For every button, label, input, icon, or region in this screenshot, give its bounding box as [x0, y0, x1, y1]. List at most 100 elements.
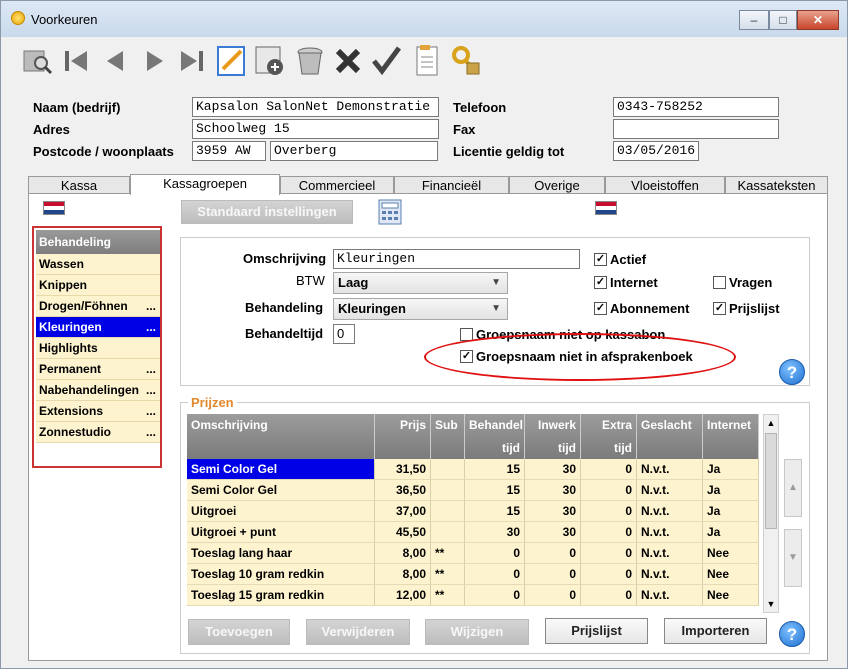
btw-select[interactable]: Laag ▼ — [333, 272, 508, 294]
table-scrollbar[interactable]: ▲ ▼ — [763, 414, 779, 613]
last-icon[interactable] — [175, 43, 209, 79]
verwijderen-button[interactable]: Verwijderen — [306, 619, 410, 645]
table-cell[interactable]: 0 — [581, 459, 637, 480]
table-cell[interactable]: 30 — [525, 522, 581, 543]
table-cell[interactable]: 30 — [525, 480, 581, 501]
abonnement-checkbox[interactable]: ✓ — [594, 302, 607, 315]
tab-overige[interactable]: Overige — [509, 176, 605, 194]
table-cell[interactable]: Toeslag 15 gram redkin — [187, 585, 375, 606]
table-cell[interactable]: 0 — [465, 585, 525, 606]
column-header[interactable]: Extra tijd — [581, 414, 637, 459]
list-item[interactable]: Wassen — [36, 254, 160, 275]
table-cell[interactable]: 0 — [525, 543, 581, 564]
table-cell[interactable]: 15 — [465, 480, 525, 501]
licentie-field[interactable]: 03/05/2016 — [613, 141, 699, 161]
list-item[interactable]: Highlights — [36, 338, 160, 359]
prijslijst-button[interactable]: Prijslijst — [545, 618, 648, 644]
behandeling-select[interactable]: Kleuringen ▼ — [333, 298, 508, 320]
table-cell[interactable]: 37,00 — [375, 501, 431, 522]
column-header[interactable]: Internet — [703, 414, 759, 459]
column-header[interactable]: Prijs — [375, 414, 431, 459]
table-cell[interactable]: Semi Color Gel — [187, 480, 375, 501]
toevoegen-button[interactable]: Toevoegen — [188, 619, 290, 645]
table-cell[interactable]: N.v.t. — [637, 480, 703, 501]
table-cell[interactable]: Ja — [703, 459, 759, 480]
table-cell[interactable]: 31,50 — [375, 459, 431, 480]
table-cell[interactable]: Nee — [703, 585, 759, 606]
report-icon[interactable] — [411, 43, 445, 79]
internet-checkbox[interactable]: ✓ — [594, 276, 607, 289]
table-cell[interactable]: 0 — [525, 585, 581, 606]
tab-vloeistoffen[interactable]: Vloeistoffen — [605, 176, 725, 194]
omschrijving-field[interactable]: Kleuringen — [333, 249, 580, 269]
table-cell[interactable]: 15 — [465, 459, 525, 480]
table-cell[interactable]: Toeslag lang haar — [187, 543, 375, 564]
table-cell[interactable]: N.v.t. — [637, 459, 703, 480]
column-header[interactable]: Behandel tijd — [465, 414, 525, 459]
table-cell[interactable]: 30 — [525, 501, 581, 522]
actief-checkbox[interactable]: ✓ — [594, 253, 607, 266]
adres-field[interactable]: Schoolweg 15 — [192, 119, 439, 139]
table-cell[interactable]: Nee — [703, 543, 759, 564]
table-cell[interactable] — [431, 501, 465, 522]
scrollbar-thumb[interactable] — [765, 433, 777, 529]
scroll-up-icon[interactable]: ▲ — [764, 415, 778, 431]
table-cell[interactable]: 45,50 — [375, 522, 431, 543]
confirm-icon[interactable] — [369, 43, 403, 79]
table-cell[interactable]: 0 — [581, 543, 637, 564]
list-item[interactable]: Zonnestudio... — [36, 422, 160, 443]
prijslijst-checkbox[interactable]: ✓ — [713, 302, 726, 315]
scroll-down-icon[interactable]: ▼ — [764, 596, 778, 612]
close-button[interactable]: ✕ — [797, 10, 839, 30]
tab-kassagroepen[interactable]: Kassagroepen — [130, 174, 280, 195]
flag-nl-icon[interactable] — [43, 201, 65, 215]
list-item-selected[interactable]: Kleuringen... — [36, 317, 160, 338]
column-header[interactable]: Inwerk tijd — [525, 414, 581, 459]
search-icon[interactable] — [21, 43, 55, 79]
flag-nl-icon-right[interactable] — [595, 201, 617, 215]
table-cell[interactable]: 0 — [581, 564, 637, 585]
column-header[interactable]: Sub — [431, 414, 465, 459]
importeren-button[interactable]: Importeren — [664, 618, 767, 644]
table-cell[interactable]: 36,50 — [375, 480, 431, 501]
table-cell[interactable]: Toeslag 10 gram redkin — [187, 564, 375, 585]
list-item[interactable]: Permanent... — [36, 359, 160, 380]
table-cell[interactable]: Ja — [703, 480, 759, 501]
minimize-button[interactable]: – — [739, 10, 769, 30]
table-cell[interactable]: Ja — [703, 522, 759, 543]
name-field[interactable]: Kapsalon SalonNet Demonstratie — [192, 97, 439, 117]
table-cell[interactable] — [431, 522, 465, 543]
table-cell[interactable]: ** — [431, 585, 465, 606]
table-cell[interactable]: 8,00 — [375, 564, 431, 585]
table-cell[interactable]: 30 — [465, 522, 525, 543]
table-cell[interactable]: ** — [431, 564, 465, 585]
list-item[interactable]: Nabehandelingen... — [36, 380, 160, 401]
table-cell[interactable]: Uitgroei + punt — [187, 522, 375, 543]
tab-commercieel[interactable]: Commercieel — [280, 176, 394, 194]
calculator-icon[interactable] — [377, 199, 403, 225]
table-cell[interactable]: N.v.t. — [637, 543, 703, 564]
help-icon-bottom[interactable]: ? — [779, 621, 805, 647]
wijzigen-button[interactable]: Wijzigen — [425, 619, 529, 645]
edit-icon[interactable] — [215, 43, 249, 79]
table-cell[interactable]: 0 — [581, 522, 637, 543]
table-cell[interactable]: 0 — [581, 501, 637, 522]
column-header[interactable]: Geslacht — [637, 414, 703, 459]
next-icon[interactable] — [137, 43, 171, 79]
list-item[interactable]: Knippen — [36, 275, 160, 296]
table-cell[interactable]: 8,00 — [375, 543, 431, 564]
move-up-button[interactable]: ▲ — [784, 459, 802, 517]
table-cell[interactable]: ** — [431, 543, 465, 564]
add-record-icon[interactable] — [253, 43, 287, 79]
cancel-icon[interactable] — [331, 43, 365, 79]
move-down-button[interactable]: ▼ — [784, 529, 802, 587]
table-cell[interactable]: N.v.t. — [637, 501, 703, 522]
table-cell[interactable]: N.v.t. — [637, 522, 703, 543]
help-icon[interactable]: ? — [779, 359, 805, 385]
table-cell[interactable]: Nee — [703, 564, 759, 585]
tab-kassa[interactable]: Kassa — [28, 176, 130, 194]
first-icon[interactable] — [59, 43, 93, 79]
key-lock-icon[interactable] — [449, 43, 483, 79]
postcode-field[interactable]: 3959 AW — [192, 141, 266, 161]
behandeltijd-field[interactable]: 0 — [333, 324, 355, 344]
